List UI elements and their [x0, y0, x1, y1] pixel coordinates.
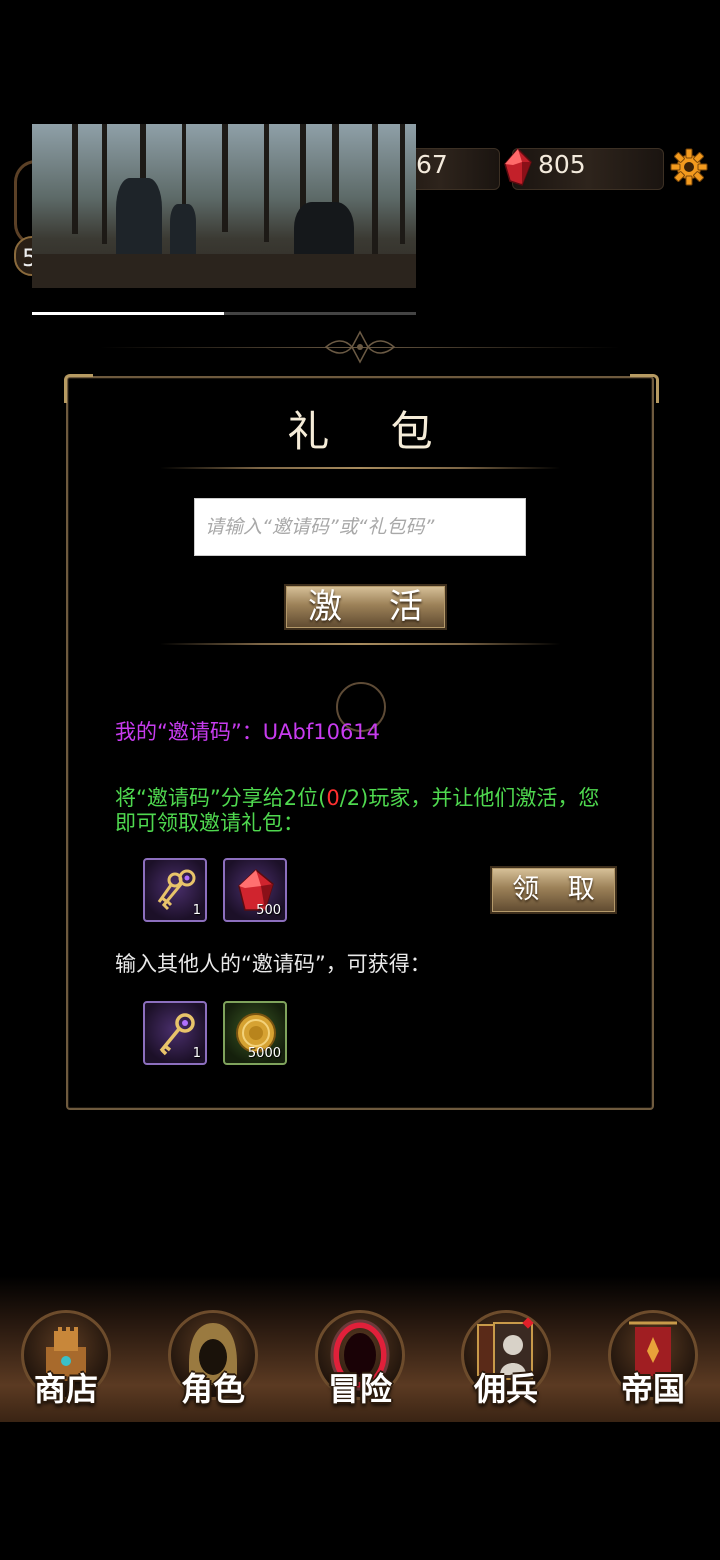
share-instruction-text: 将“邀请码”分享给2位(0/2)玩家，并让他们激活，您即可领取邀请礼包：	[115, 786, 615, 836]
nav-empire[interactable]: 帝国	[603, 1306, 703, 1416]
invite-code-value[interactable]: UAbf10614	[263, 720, 380, 744]
activate-button[interactable]: 激 活	[284, 584, 447, 630]
reward-qty: 5000	[247, 1046, 281, 1061]
nav-mercenary[interactable]: 佣兵	[456, 1306, 556, 1416]
video-progress-fill	[32, 312, 224, 315]
title-divider	[160, 467, 560, 469]
nav-character-label: 角色	[180, 1370, 245, 1408]
video-ad-player[interactable]	[32, 124, 416, 288]
nav-adventure-label: 冒险	[327, 1370, 392, 1408]
other-code-reward-text: 输入其他人的“邀请码”，可获得：	[115, 952, 431, 976]
gift-code-input[interactable]	[194, 498, 526, 556]
nav-adventure[interactable]: 冒险	[310, 1306, 410, 1416]
nav-character[interactable]: 角色	[163, 1306, 263, 1416]
resource-value: 67	[416, 150, 448, 179]
section-divider	[160, 643, 560, 645]
gear-icon[interactable]	[670, 148, 708, 186]
video-progress-bar	[32, 312, 416, 315]
invite-code-label: 我的“邀请码”：	[115, 720, 263, 744]
gem-count: 805	[538, 150, 586, 179]
ornament-emblem	[324, 330, 396, 364]
reward-qty: 1	[192, 903, 201, 918]
share-progress-current: 0	[326, 786, 340, 810]
my-invite-code-line: 我的“邀请码”：UAbf10614	[115, 716, 380, 746]
gem-pill	[512, 148, 664, 190]
reward-qty: 500	[256, 903, 281, 918]
nav-mercenary-label: 佣兵	[473, 1370, 538, 1408]
claim-button[interactable]: 领 取	[490, 866, 617, 914]
dialog-title: 礼 包	[287, 407, 457, 456]
red-gem-icon	[504, 148, 532, 186]
reward-slot-gems[interactable]: 500	[223, 858, 287, 922]
reward-qty: 1	[192, 1046, 201, 1061]
nav-shop[interactable]: 商店	[16, 1306, 116, 1416]
reward-slot-keys[interactable]: 1	[143, 858, 207, 922]
nav-shop-label: 商店	[33, 1370, 98, 1408]
share-text-prefix: 将“邀请码”分享给2位(	[115, 786, 327, 810]
nav-empire-label: 帝国	[620, 1370, 685, 1408]
reward-slot-key[interactable]: 1	[143, 1001, 207, 1065]
reward-slot-gold[interactable]: 5000	[223, 1001, 287, 1065]
video-scene	[72, 124, 78, 234]
